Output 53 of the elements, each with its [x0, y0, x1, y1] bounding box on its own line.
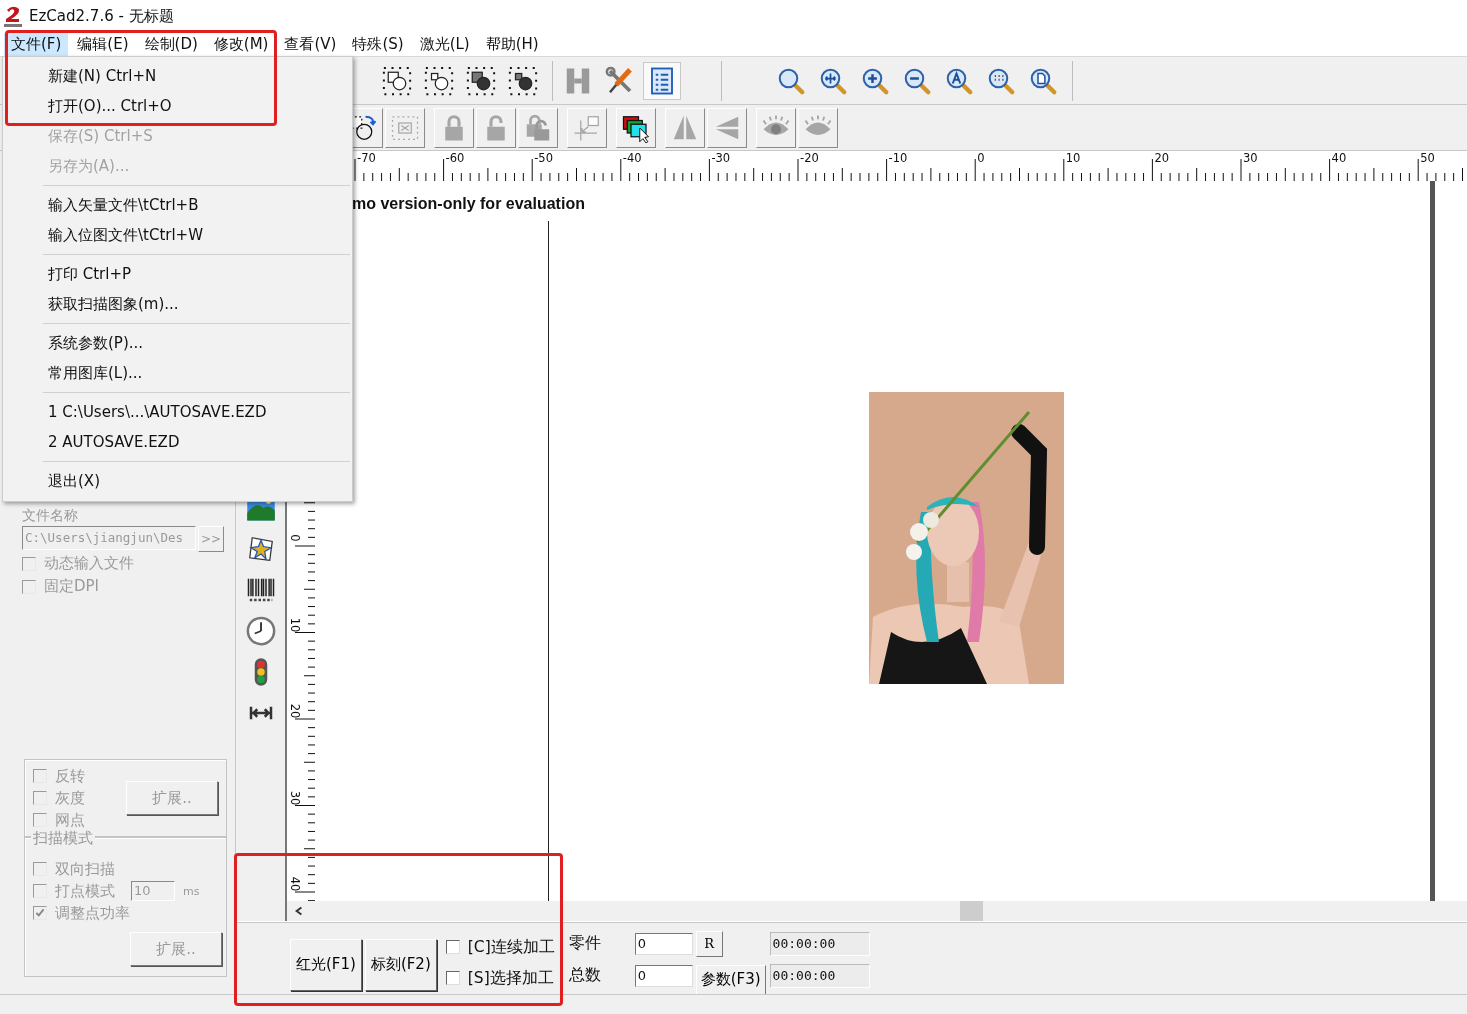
- checkbox-label: 灰度: [55, 788, 85, 808]
- menu-item[interactable]: 帮助(H): [478, 32, 546, 56]
- ruler-label: 0: [977, 151, 985, 165]
- menu-item[interactable]: 特殊(S): [345, 32, 411, 56]
- checkbox-label: 调整点功率: [55, 903, 130, 923]
- total-field[interactable]: 0: [634, 964, 693, 987]
- checkbox-label: [C]连续加工: [467, 936, 555, 958]
- group-title: 扫描模式: [31, 829, 95, 848]
- menu-item[interactable]: 绘制(D): [137, 32, 205, 56]
- parts-field[interactable]: 0: [634, 932, 693, 955]
- ruler-label: -50: [534, 151, 553, 165]
- checkbox-label: [S]选择加工: [467, 967, 554, 989]
- menu-item[interactable]: 修改(M): [206, 32, 276, 56]
- checkbox-label: 网点: [55, 810, 85, 830]
- menu-item[interactable]: 编辑(E): [70, 32, 136, 56]
- ruler-label: 0: [287, 533, 303, 544]
- time-field: 00:00:00: [769, 963, 870, 988]
- ruler-label: 20: [287, 703, 303, 719]
- window-title: EzCad2.7.6 - 无标题: [29, 6, 174, 26]
- time-field: 00:00:00: [769, 931, 870, 956]
- menu-item[interactable]: 查看(V): [277, 32, 344, 56]
- parameters-button[interactable]: 参数(F3): [695, 964, 766, 995]
- ruler-label: -20: [800, 151, 819, 165]
- ruler-label: 50: [1420, 151, 1435, 165]
- checkbox-label: 固定DPI: [44, 577, 100, 596]
- checkbox-label: 双向扫描: [55, 859, 115, 879]
- ruler-label: -30: [711, 151, 731, 165]
- ruler-label: 40: [1331, 151, 1347, 165]
- ruler-label: -60: [445, 151, 465, 165]
- menu-item[interactable]: 激光(L): [412, 32, 477, 56]
- parts-label: 零件: [568, 933, 601, 954]
- ruler-label: 10: [287, 616, 303, 633]
- total-label: 总数: [568, 965, 601, 986]
- menu-item[interactable]: 打开(O)... Ctrl+O: [3, 91, 352, 121]
- checkbox-label: 动态输入文件: [44, 554, 134, 573]
- ruler-label: 30: [287, 789, 303, 806]
- ruler-label: -10: [888, 151, 908, 165]
- checkbox-label: 反转: [55, 766, 85, 786]
- checkbox-label: 打点模式: [55, 881, 115, 901]
- ruler-label: -70: [357, 151, 376, 165]
- laser-pointer-button[interactable]: 红光(F1): [290, 938, 362, 991]
- ruler-label: -40: [622, 151, 642, 165]
- ruler-label: 10: [1065, 151, 1081, 165]
- ruler-label: 20: [1154, 151, 1170, 165]
- reset-button[interactable]: R: [695, 930, 723, 957]
- menu-item[interactable]: 新建(N) Ctrl+N: [3, 61, 352, 91]
- field-label: 文件名称: [22, 507, 79, 523]
- mark-button[interactable]: 标刻(F2): [364, 938, 437, 991]
- unit-label: ms: [183, 884, 200, 898]
- demo-notice: mo version-only for evaluation: [352, 195, 585, 213]
- ruler-label: 30: [1243, 151, 1258, 165]
- ruler-label: 40: [287, 876, 303, 892]
- drawing-area[interactable]: mo version-only for evaluation: [315, 181, 1467, 901]
